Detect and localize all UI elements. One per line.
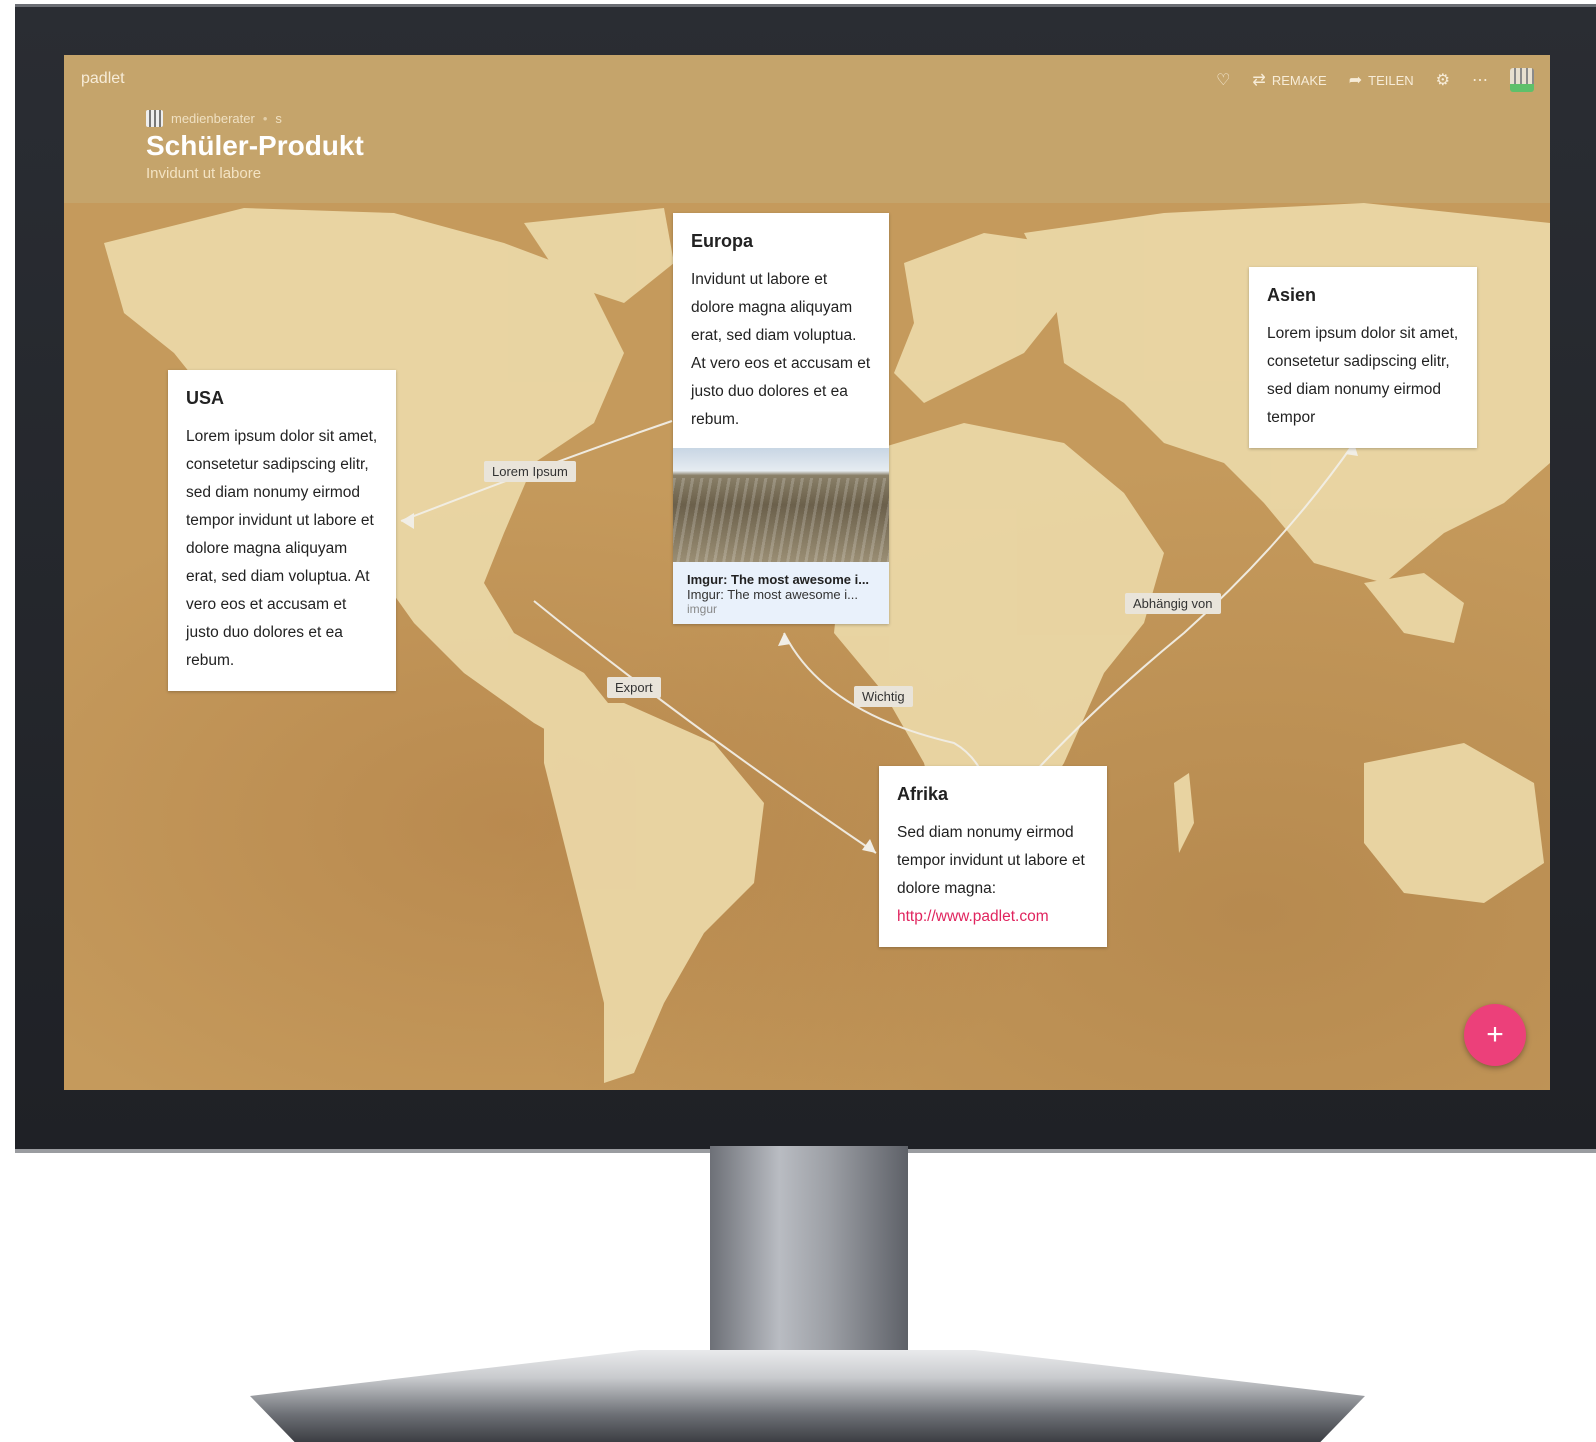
link-description: Imgur: The most awesome i... [687, 587, 858, 602]
settings-button[interactable]: ⚙ [1436, 70, 1450, 90]
connection-label-lorem-ipsum[interactable]: Lorem Ipsum [484, 461, 576, 482]
link-preview[interactable]: Imgur: The most awesome i... Imgur: The … [673, 562, 889, 624]
separator-dot: • [262, 111, 268, 126]
more-button[interactable]: ⋯ [1472, 70, 1488, 90]
post-body: Invidunt ut labore et dolore magna aliqu… [691, 271, 871, 428]
toolbar: ♡ ⇄ REMAKE ➦ TEILEN ⚙ ⋯ [1216, 68, 1534, 92]
like-button[interactable]: ♡ [1216, 70, 1230, 90]
share-button[interactable]: ➦ TEILEN [1349, 70, 1414, 90]
share-label: TEILEN [1368, 72, 1414, 88]
post-link[interactable]: http://www.padlet.com [897, 903, 1089, 931]
post-card-usa[interactable]: USA Lorem ipsum dolor sit amet, consetet… [168, 370, 396, 691]
post-body: Lorem ipsum dolor sit amet, consetetur s… [186, 428, 378, 669]
post-body: Lorem ipsum dolor sit amet, consetetur s… [1267, 325, 1459, 426]
padlet-screen: padlet ♡ ⇄ REMAKE ➦ TEILEN ⚙ ⋯ medienber… [64, 55, 1550, 1090]
board-author: medienberater • s [146, 110, 282, 127]
author-name[interactable]: medienberater [171, 111, 255, 126]
more-icon: ⋯ [1472, 72, 1488, 89]
connection-label-abhaengig[interactable]: Abhängig von [1125, 593, 1221, 614]
post-card-asien[interactable]: Asien Lorem ipsum dolor sit amet, conset… [1249, 267, 1477, 448]
page-subtitle: Invidunt ut labore [146, 165, 262, 182]
page-title: Schüler-Produkt [146, 130, 364, 161]
post-title: Europa [691, 231, 754, 251]
post-title: Afrika [897, 784, 949, 804]
heart-icon: ♡ [1216, 72, 1231, 89]
plus-icon: + [1486, 1018, 1504, 1051]
add-post-button[interactable]: + [1464, 1004, 1526, 1066]
link-source: imgur [687, 602, 718, 616]
user-avatar[interactable] [1510, 68, 1534, 92]
remake-icon: ⇄ [1252, 72, 1266, 89]
board-canvas[interactable]: Lorem Ipsum Export Wichtig Abhängig von … [64, 203, 1550, 1090]
author-suffix: s [275, 111, 282, 126]
monitor-stand-base [250, 1350, 1365, 1442]
author-avatar [146, 110, 163, 127]
post-card-afrika[interactable]: Afrika Sed diam nonumy eirmod tempor inv… [879, 766, 1107, 947]
board-header: padlet ♡ ⇄ REMAKE ➦ TEILEN ⚙ ⋯ medienber… [64, 55, 1550, 203]
connection-label-wichtig[interactable]: Wichtig [854, 686, 913, 707]
remake-label: REMAKE [1271, 72, 1327, 88]
link-title: Imgur: The most awesome i... [687, 572, 870, 587]
remake-button[interactable]: ⇄ REMAKE [1252, 70, 1326, 90]
post-title: Asien [1267, 285, 1317, 305]
padlet-logo[interactable]: padlet [81, 70, 125, 88]
gear-icon: ⚙ [1435, 72, 1450, 89]
share-icon: ➦ [1348, 72, 1363, 89]
post-image[interactable] [673, 448, 889, 562]
post-title: USA [186, 388, 225, 408]
monitor-stand-neck [710, 1146, 908, 1356]
post-body: Sed diam nonumy eirmod tempor invidunt u… [897, 824, 1085, 897]
connection-label-export[interactable]: Export [607, 677, 661, 698]
post-card-europa[interactable]: Europa Invidunt ut labore et dolore magn… [673, 213, 889, 624]
